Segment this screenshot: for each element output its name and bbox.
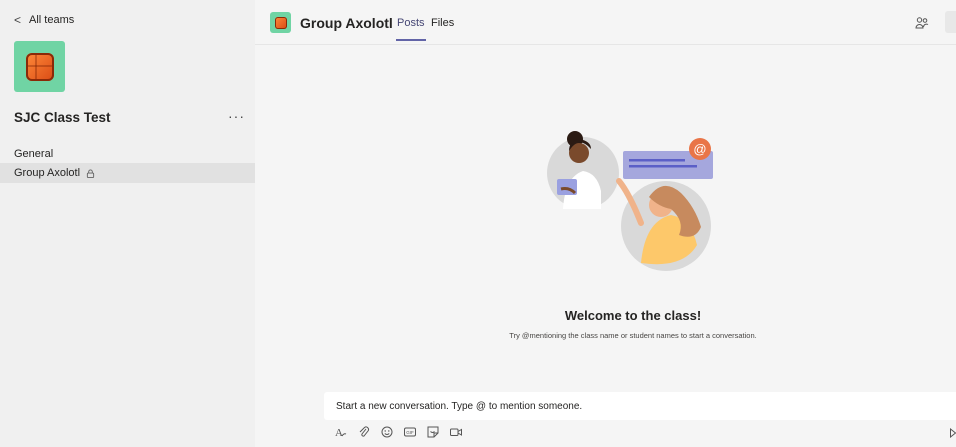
meet-button[interactable] bbox=[945, 11, 956, 33]
tab-posts[interactable]: Posts bbox=[396, 17, 426, 41]
welcome-title: Welcome to the class! bbox=[564, 308, 702, 323]
team-name: SJC Class Test bbox=[14, 110, 111, 125]
sticker-icon[interactable] bbox=[426, 425, 440, 439]
welcome-illustration: @ bbox=[547, 131, 713, 271]
svg-text:A: A bbox=[335, 427, 343, 438]
all-teams-label: All teams bbox=[29, 14, 75, 26]
svg-text:@: @ bbox=[693, 142, 706, 157]
attach-icon[interactable] bbox=[357, 425, 371, 439]
svg-text:GIF: GIF bbox=[406, 430, 414, 435]
channel-header: Group Axolotl Posts Files bbox=[255, 0, 956, 45]
channel-label: General bbox=[14, 148, 54, 160]
meet-now-icon[interactable] bbox=[449, 425, 463, 439]
gif-icon[interactable]: GIF bbox=[403, 425, 417, 439]
welcome-hint: Try @mentioning the class name or studen… bbox=[509, 331, 757, 340]
emoji-icon[interactable] bbox=[380, 425, 394, 439]
more-options-button[interactable]: ··· bbox=[228, 108, 245, 124]
channel-group-axolotl[interactable]: Group Axolotl bbox=[0, 163, 255, 183]
people-icon[interactable] bbox=[915, 16, 929, 30]
posts-pane: @ Welcome to the class! Try @mentioning … bbox=[255, 45, 956, 447]
channel-avatar bbox=[270, 12, 291, 33]
team-avatar bbox=[14, 41, 65, 92]
team-logo-icon bbox=[274, 16, 287, 29]
chevron-left-icon: < bbox=[14, 13, 22, 27]
compose-box[interactable]: Start a new conversation. Type @ to ment… bbox=[324, 392, 956, 420]
all-teams-link[interactable]: < All teams bbox=[14, 14, 74, 26]
format-icon[interactable]: A bbox=[334, 425, 348, 439]
lock-icon bbox=[86, 168, 95, 178]
send-icon[interactable] bbox=[950, 428, 956, 438]
compose-toolbar: A GIF bbox=[334, 425, 463, 439]
tab-files[interactable]: Files bbox=[431, 17, 454, 29]
teams-sidebar: < All teams SJC Class Test ··· General G… bbox=[0, 0, 255, 447]
channel-label: Group Axolotl bbox=[14, 167, 81, 179]
channel-general[interactable]: General bbox=[0, 144, 255, 164]
channel-title: Group Axolotl bbox=[300, 15, 393, 31]
team-logo-icon bbox=[25, 52, 54, 81]
